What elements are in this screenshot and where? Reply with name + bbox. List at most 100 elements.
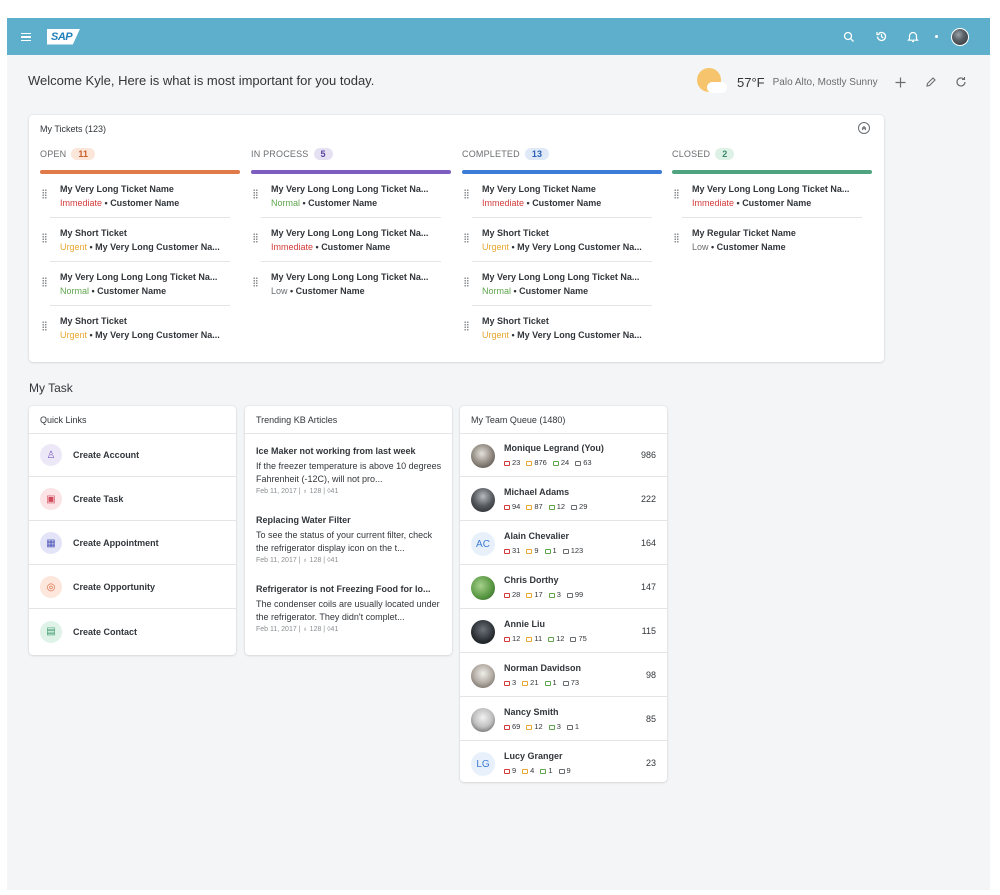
kb-article[interactable]: Ice Maker not working from last week If t… bbox=[256, 446, 444, 495]
sap-logo[interactable]: SAP bbox=[47, 28, 81, 45]
meta-separator: • bbox=[524, 198, 533, 208]
ticket-item[interactable]: My Very Long Ticket Name Immediate • Cust… bbox=[42, 174, 230, 218]
kb-article-title[interactable]: Replacing Water Filter bbox=[256, 515, 444, 525]
opportunity-icon: ◎ bbox=[40, 576, 62, 598]
ticket-item[interactable]: My Very Long Ticket Name Immediate • Cust… bbox=[464, 174, 652, 218]
team-member-row[interactable]: Annie Liu 12 11 12 75 115 bbox=[460, 610, 667, 653]
kb-article-likes: 128 bbox=[309, 557, 322, 564]
team-member-row[interactable]: LG Lucy Granger 9 4 1 9 23 bbox=[460, 742, 667, 785]
ticket-name: My Very Long Long Long Ticket Na... bbox=[692, 184, 850, 194]
stat-item: 94 bbox=[504, 502, 520, 511]
ticket-meta: Immediate • Customer Name bbox=[692, 198, 811, 208]
team-member-stats: 31 9 1 123 bbox=[504, 546, 583, 555]
ticket-item[interactable]: My Very Long Long Long Ticket Na... Norma… bbox=[464, 262, 652, 306]
ticket-item[interactable]: My Short Ticket Urgent • My Very Long Cus… bbox=[42, 218, 230, 262]
team-member-count: 147 bbox=[640, 582, 656, 592]
team-member-name: Monique Legrand (You) bbox=[504, 443, 604, 453]
team-member-row[interactable]: AC Alain Chevalier 31 9 1 123 164 bbox=[460, 522, 667, 565]
stat-item: 11 bbox=[526, 634, 542, 643]
team-member-row[interactable]: Nancy Smith 69 12 3 1 85 bbox=[460, 698, 667, 741]
meta-separator: • bbox=[89, 286, 98, 296]
refresh-icon[interactable] bbox=[946, 67, 976, 97]
ticket-status-icon bbox=[548, 592, 555, 598]
column-header: IN PROCESS 5 bbox=[251, 145, 451, 163]
ticket-status-icon bbox=[526, 504, 533, 510]
ticket-item[interactable]: My Very Long Long Long Ticket Na... Low •… bbox=[253, 262, 441, 306]
team-member-name: Norman Davidson bbox=[504, 663, 582, 673]
stat-value: 12 bbox=[556, 634, 565, 643]
stat-value: 1 bbox=[552, 546, 557, 555]
ticket-item[interactable]: My Very Long Long Long Ticket Na... Immed… bbox=[253, 218, 441, 262]
kb-article[interactable]: Replacing Water Filter To see the status … bbox=[256, 515, 444, 564]
drag-handle-icon[interactable] bbox=[464, 321, 469, 331]
stat-value: 29 bbox=[579, 502, 588, 511]
drag-handle-icon[interactable] bbox=[674, 189, 679, 199]
ticket-item[interactable]: My Very Long Long Long Ticket Na... Immed… bbox=[674, 174, 862, 218]
edit-icon[interactable] bbox=[916, 67, 946, 97]
calendar-icon: ▦ bbox=[40, 532, 62, 554]
drag-handle-icon[interactable] bbox=[253, 277, 258, 287]
team-member-row[interactable]: Norman Davidson 3 21 1 73 98 bbox=[460, 654, 667, 697]
search-icon[interactable] bbox=[833, 18, 865, 55]
collapse-icon[interactable] bbox=[858, 122, 870, 134]
kb-article-title[interactable]: Ice Maker not working from last week bbox=[256, 446, 444, 456]
kb-article-title[interactable]: Refrigerator is not Freezing Food for lo… bbox=[256, 584, 444, 594]
ticket-status-icon bbox=[544, 680, 551, 686]
quick-link-create-account[interactable]: ♙ Create Account bbox=[29, 434, 236, 477]
menu-icon[interactable] bbox=[21, 32, 35, 42]
column-header: CLOSED 2 bbox=[672, 145, 872, 163]
kb-article-excerpt: To see the status of your current filter… bbox=[256, 530, 433, 553]
drag-handle-icon[interactable] bbox=[253, 189, 258, 199]
history-icon[interactable] bbox=[865, 18, 897, 55]
quick-link-create-appointment[interactable]: ▦ Create Appointment bbox=[29, 522, 236, 565]
drag-handle-icon[interactable] bbox=[464, 189, 469, 199]
quick-link-create-task[interactable]: ▣ Create Task bbox=[29, 478, 236, 521]
drag-handle-icon[interactable] bbox=[42, 277, 47, 287]
stat-item: 29 bbox=[571, 502, 587, 511]
team-member-stats: 94 87 12 29 bbox=[504, 502, 587, 511]
avatar: AC bbox=[471, 532, 495, 556]
stat-item: 12 bbox=[548, 634, 564, 643]
bell-icon[interactable] bbox=[897, 18, 929, 55]
stat-value: 69 bbox=[512, 722, 521, 731]
add-icon[interactable] bbox=[886, 67, 916, 97]
ticket-item[interactable]: My Very Long Long Long Ticket Na... Norma… bbox=[42, 262, 230, 306]
ticket-item[interactable]: My Short Ticket Urgent • My Very Long Cus… bbox=[42, 306, 230, 350]
team-member-row[interactable]: Monique Legrand (You) 23 876 24 63 986 bbox=[460, 434, 667, 477]
drag-handle-icon[interactable] bbox=[42, 233, 47, 243]
meta-separator: • bbox=[287, 286, 296, 296]
drag-handle-icon[interactable] bbox=[674, 233, 679, 243]
ticket-name: My Very Long Ticket Name bbox=[482, 184, 596, 194]
drag-handle-icon[interactable] bbox=[464, 277, 469, 287]
team-member-name: Annie Liu bbox=[504, 619, 545, 629]
user-avatar[interactable] bbox=[944, 18, 976, 55]
quick-link-create-contact[interactable]: ▤ Create Contact bbox=[29, 610, 236, 653]
ticket-item[interactable]: My Very Long Long Long Ticket Na... Norma… bbox=[253, 174, 441, 218]
team-member-row[interactable]: Michael Adams 94 87 12 29 222 bbox=[460, 478, 667, 521]
kb-article[interactable]: Refrigerator is not Freezing Food for lo… bbox=[256, 584, 444, 633]
stat-value: 876 bbox=[534, 458, 547, 467]
weather-widget: 57°F Palo Alto, Mostly Sunny bbox=[697, 67, 976, 97]
kb-article-meta: Feb 11, 2017 | ♁ 128 | ◊41 bbox=[256, 488, 444, 495]
weather-location: Palo Alto, Mostly Sunny bbox=[772, 76, 878, 88]
ticket-status-icon bbox=[526, 460, 533, 466]
ticket-item[interactable]: My Regular Ticket Name Low • Customer Nam… bbox=[674, 218, 862, 262]
quick-link-create-opportunity[interactable]: ◎ Create Opportunity bbox=[29, 566, 236, 609]
ticket-customer: Customer Name bbox=[716, 242, 786, 252]
ticket-item[interactable]: My Short Ticket Urgent • My Very Long Cus… bbox=[464, 218, 652, 262]
avatar[interactable] bbox=[951, 27, 969, 46]
stat-value: 123 bbox=[570, 546, 584, 555]
drag-handle-icon[interactable] bbox=[42, 321, 47, 331]
ticket-meta: Urgent • My Very Long Customer Na... bbox=[482, 242, 642, 252]
drag-handle-icon[interactable] bbox=[253, 233, 258, 243]
separator-dot bbox=[935, 35, 938, 38]
drag-handle-icon[interactable] bbox=[464, 233, 469, 243]
drag-handle-icon[interactable] bbox=[42, 189, 47, 199]
kb-article-meta: Feb 11, 2017 | ♁ 128 | ◊41 bbox=[256, 626, 444, 633]
team-member-row[interactable]: Chris Dorthy 28 17 3 99 147 bbox=[460, 566, 667, 609]
ticket-name: My Regular Ticket Name bbox=[692, 228, 796, 238]
stat-value: 63 bbox=[583, 458, 592, 467]
ticket-status-icon bbox=[571, 504, 578, 510]
stat-item: 1 bbox=[544, 546, 557, 555]
ticket-item[interactable]: My Short Ticket Urgent • My Very Long Cus… bbox=[464, 306, 652, 350]
